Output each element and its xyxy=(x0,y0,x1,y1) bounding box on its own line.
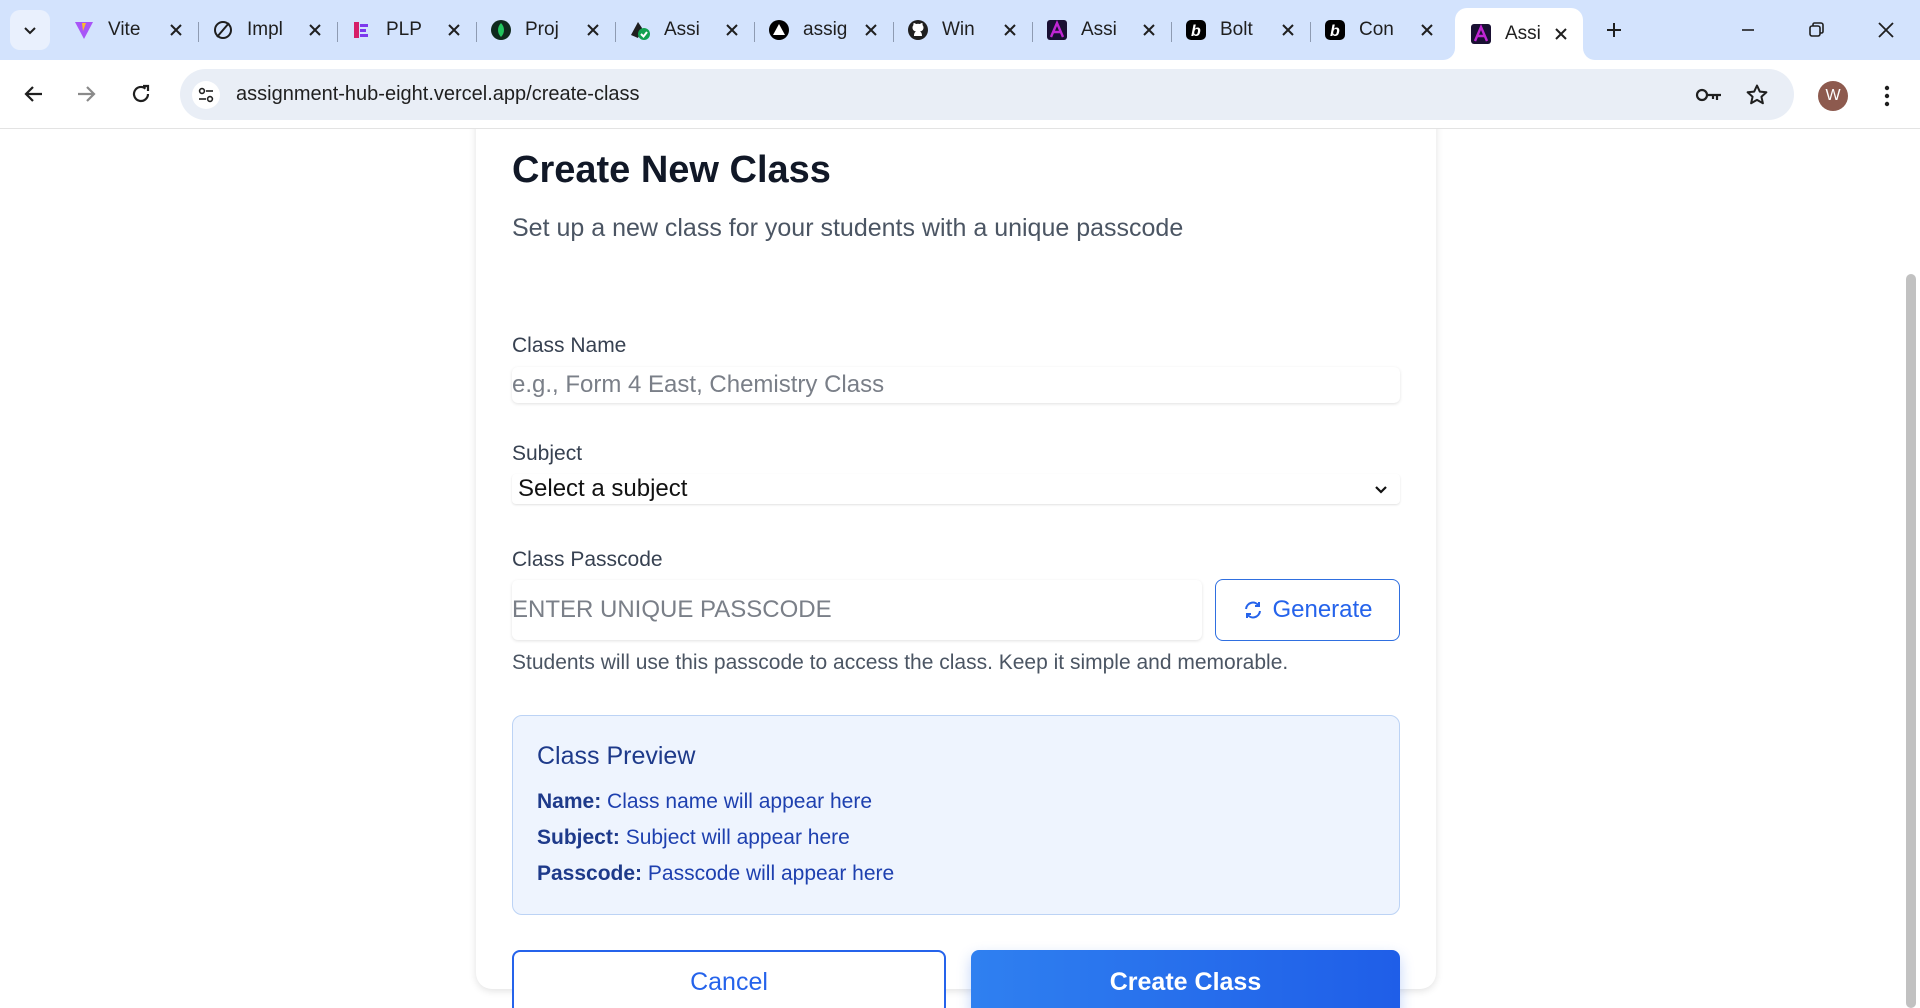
slash-circle-icon xyxy=(211,18,235,42)
class-name-label: Class Name xyxy=(512,334,627,357)
kebab-menu-icon xyxy=(1884,85,1890,107)
close-icon[interactable] xyxy=(442,18,466,42)
preview-passcode-row: Passcode: Passcode will appear here xyxy=(537,862,895,885)
tab-assi-active[interactable]: Assi xyxy=(1455,8,1583,60)
passcode-help-text: Students will use this passcode to acces… xyxy=(512,651,1289,674)
triangle-icon xyxy=(767,18,791,42)
close-icon[interactable] xyxy=(303,18,327,42)
reload-icon xyxy=(132,84,150,103)
page-viewport: Create New Class Set up a new class for … xyxy=(0,129,1920,1008)
plp-logo-icon xyxy=(350,18,374,42)
assignment-hub-icon xyxy=(1045,18,1069,42)
close-icon[interactable] xyxy=(581,18,605,42)
check-badge-icon xyxy=(628,18,652,42)
subject-select[interactable]: Select a subject xyxy=(512,474,1400,504)
tab-title: assig xyxy=(803,19,848,40)
restore-icon xyxy=(1809,22,1824,37)
password-key-icon[interactable] xyxy=(1694,81,1724,109)
tab-proj[interactable]: Proj xyxy=(475,10,616,50)
class-name-input[interactable] xyxy=(512,367,1400,403)
address-bar[interactable]: assignment-hub-eight.vercel.app/create-c… xyxy=(180,69,1794,120)
tab-search-button[interactable] xyxy=(10,10,50,50)
tab-strip: Vite Impl PLP Proj Assi assig Win Assi b… xyxy=(0,0,1920,60)
tab-assig[interactable]: assig xyxy=(753,10,894,50)
back-button[interactable] xyxy=(14,74,54,114)
tab-title: Assi xyxy=(1081,19,1117,40)
create-class-card: Create New Class Set up a new class for … xyxy=(476,129,1436,1008)
preview-subject-row: Subject: Subject will appear here xyxy=(537,826,850,849)
tab-title: Assi xyxy=(664,19,700,40)
minimize-button[interactable] xyxy=(1720,8,1776,52)
assignment-hub-icon xyxy=(1469,22,1493,46)
close-icon[interactable] xyxy=(1137,18,1161,42)
tab-title: Vite xyxy=(108,19,141,40)
tab-title: Win xyxy=(942,19,975,40)
tab-title: Proj xyxy=(525,19,559,40)
page-title: Create New Class xyxy=(512,149,831,191)
forward-button[interactable] xyxy=(66,74,106,114)
close-icon[interactable] xyxy=(1276,18,1300,42)
close-icon[interactable] xyxy=(1549,22,1573,46)
subject-selected-value: Select a subject xyxy=(518,475,688,502)
svg-text:b: b xyxy=(1330,23,1340,40)
menu-button[interactable] xyxy=(1872,78,1902,114)
generate-passcode-button[interactable]: Generate xyxy=(1215,579,1400,641)
close-icon[interactable] xyxy=(164,18,188,42)
generate-label: Generate xyxy=(1272,596,1373,623)
subject-label: Subject xyxy=(512,442,583,465)
page-subtitle: Set up a new class for your students wit… xyxy=(512,214,1184,242)
site-info-icon[interactable] xyxy=(192,81,220,109)
svg-text:b: b xyxy=(1191,23,1201,40)
restore-button[interactable] xyxy=(1788,8,1844,52)
scrollbar[interactable] xyxy=(1902,129,1920,1008)
bolt-icon: b xyxy=(1323,18,1347,42)
profile-avatar[interactable]: W xyxy=(1818,81,1848,111)
preview-name-row: Name: Class name will appear here xyxy=(537,790,873,813)
minimize-icon xyxy=(1742,29,1754,31)
create-class-button[interactable]: Create Class xyxy=(971,950,1400,1008)
arrow-right-icon xyxy=(78,86,96,102)
tab-vite[interactable]: Vite xyxy=(58,10,199,50)
tab-con[interactable]: b Con xyxy=(1309,10,1449,50)
tab-win[interactable]: Win xyxy=(892,10,1033,50)
tab-title: Assi xyxy=(1505,23,1541,44)
close-icon[interactable] xyxy=(998,18,1022,42)
passcode-input[interactable] xyxy=(512,580,1202,640)
close-icon xyxy=(1878,22,1894,38)
bookmark-star-icon[interactable] xyxy=(1742,80,1772,110)
refresh-icon xyxy=(1245,601,1262,619)
url-text[interactable]: assignment-hub-eight.vercel.app/create-c… xyxy=(236,83,640,106)
plus-icon xyxy=(1607,23,1621,37)
arrow-left-icon xyxy=(24,86,42,102)
close-icon[interactable] xyxy=(720,18,744,42)
passcode-label: Class Passcode xyxy=(512,548,663,571)
tab-title: Con xyxy=(1359,19,1394,40)
tab-bolt[interactable]: b Bolt xyxy=(1170,10,1311,50)
close-window-button[interactable] xyxy=(1858,8,1914,52)
tab-plp[interactable]: PLP xyxy=(336,10,477,50)
scrollbar-thumb[interactable] xyxy=(1906,274,1916,1008)
close-icon[interactable] xyxy=(859,18,883,42)
tab-title: PLP xyxy=(386,19,422,40)
vite-icon xyxy=(72,18,96,42)
bolt-icon: b xyxy=(1184,18,1208,42)
tab-assi-2[interactable]: Assi xyxy=(1031,10,1172,50)
new-tab-button[interactable] xyxy=(1598,14,1630,46)
cancel-button[interactable]: Cancel xyxy=(512,950,946,1008)
chevron-down-icon xyxy=(1372,480,1390,498)
leaf-icon xyxy=(489,18,513,42)
close-icon[interactable] xyxy=(1415,18,1439,42)
reload-button[interactable] xyxy=(121,74,161,114)
tab-title: Impl xyxy=(247,19,283,40)
browser-toolbar: assignment-hub-eight.vercel.app/create-c… xyxy=(0,60,1920,129)
github-icon xyxy=(906,18,930,42)
chevron-down-icon xyxy=(24,27,36,35)
class-preview-panel: Class Preview Name: Class name will appe… xyxy=(512,715,1400,915)
tab-title: Bolt xyxy=(1220,19,1253,40)
tab-impl[interactable]: Impl xyxy=(197,10,338,50)
tab-assi-1[interactable]: Assi xyxy=(614,10,755,50)
preview-title: Class Preview xyxy=(537,742,696,770)
